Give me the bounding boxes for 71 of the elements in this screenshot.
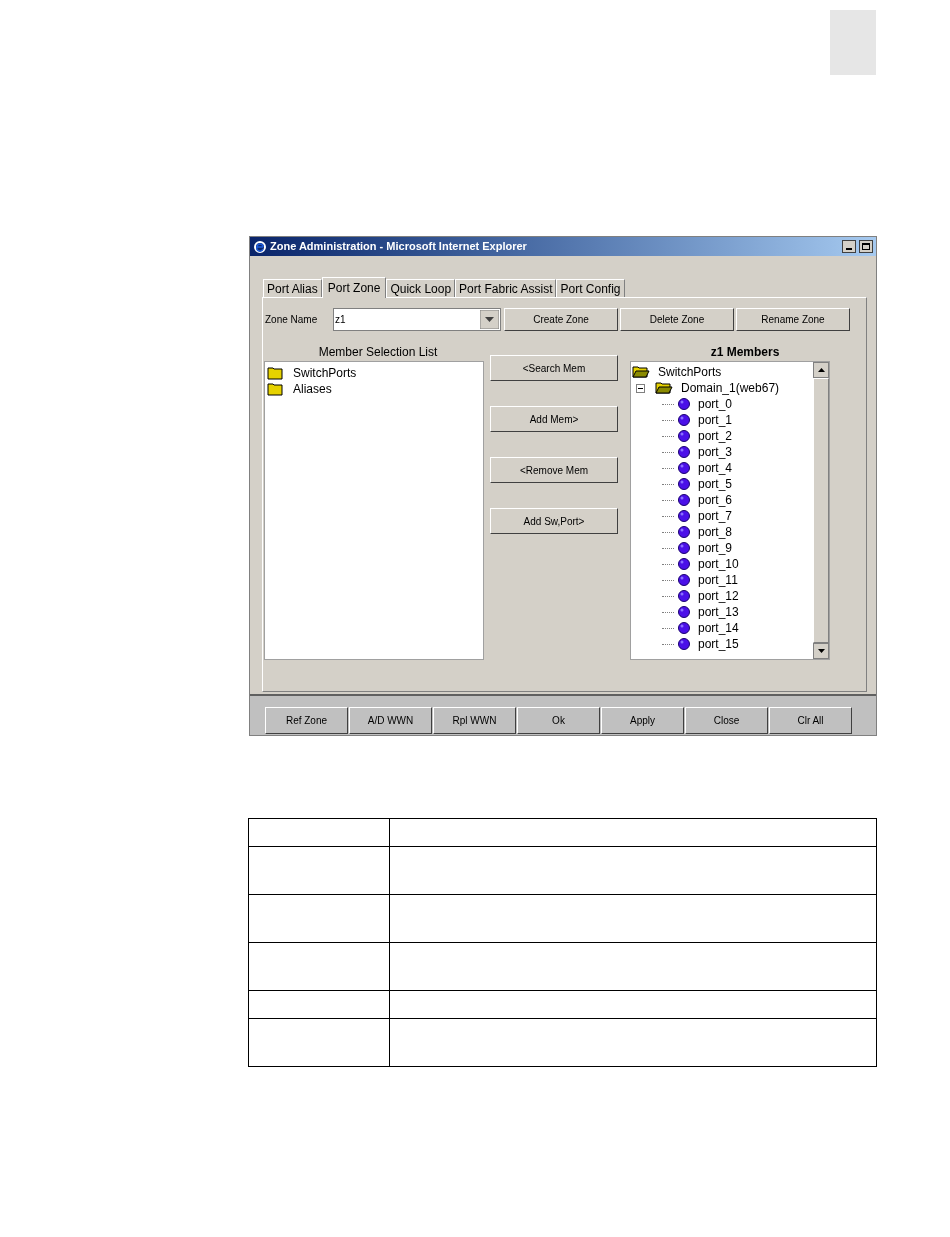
folder-icon xyxy=(267,366,285,380)
bottom-button[interactable]: A/D WWN xyxy=(349,707,432,734)
tree-item[interactable]: port_9 xyxy=(698,539,733,557)
port-dot-icon xyxy=(678,574,690,586)
member-button[interactable]: <Remove Mem xyxy=(490,457,618,483)
tab[interactable]: Port Zone xyxy=(321,277,387,298)
tree-item[interactable]: port_1 xyxy=(698,411,733,429)
page-tab-marker xyxy=(830,10,876,75)
list-heading: Member Selection List xyxy=(318,344,438,361)
tree-item[interactable]: port_6 xyxy=(698,491,733,509)
tree-item[interactable]: port_7 xyxy=(698,507,733,525)
zone-button[interactable]: Delete Zone xyxy=(620,308,734,331)
port-dot-icon xyxy=(678,542,690,554)
list-item[interactable]: SwitchPorts xyxy=(293,364,357,382)
tree-item[interactable]: port_14 xyxy=(698,619,739,637)
tab[interactable]: Port Alias xyxy=(263,279,322,297)
port-dot-icon xyxy=(678,462,690,474)
list-item[interactable]: Aliases xyxy=(293,380,332,398)
tab[interactable]: Quick Loop xyxy=(386,279,456,297)
port-dot-icon xyxy=(678,398,690,410)
bottom-button[interactable]: Close xyxy=(685,707,768,734)
port-dot-icon xyxy=(678,494,690,506)
port-dot-icon xyxy=(678,622,690,634)
zone-name-label: Zone Name xyxy=(265,313,319,327)
bottom-button[interactable]: Ok xyxy=(517,707,600,734)
tree-item[interactable]: port_11 xyxy=(698,571,738,589)
port-dot-icon xyxy=(678,526,690,538)
members-heading: z1 Members xyxy=(710,344,780,361)
browser-icon xyxy=(253,239,267,254)
tree-item[interactable]: port_0 xyxy=(698,395,733,413)
zone-name-dropdown[interactable]: z1 xyxy=(333,308,501,331)
scroll-up-button[interactable] xyxy=(813,362,829,378)
bottom-button[interactable]: Rpl WWN xyxy=(433,707,516,734)
port-dot-icon xyxy=(678,558,690,570)
minimize-button[interactable] xyxy=(842,240,856,253)
tree-item[interactable]: port_2 xyxy=(698,427,733,445)
tree-item[interactable]: Domain_1(web67) xyxy=(681,379,780,397)
member-selection-list[interactable]: SwitchPorts Aliases xyxy=(264,361,484,660)
maximize-button[interactable] xyxy=(859,240,873,253)
tree-item[interactable]: port_3 xyxy=(698,443,733,461)
zone-button[interactable]: Rename Zone xyxy=(736,308,850,331)
port-dot-icon xyxy=(678,414,690,426)
bottom-button[interactable]: Clr All xyxy=(769,707,852,734)
port-dot-icon xyxy=(678,590,690,602)
tab[interactable]: Port Config xyxy=(556,279,625,297)
tab[interactable]: Port Fabric Assist xyxy=(455,279,557,297)
scroll-down-button[interactable] xyxy=(813,643,829,659)
dropdown-arrow-icon xyxy=(480,310,499,329)
port-dot-icon xyxy=(678,430,690,442)
folder-icon xyxy=(267,382,285,396)
tree-item[interactable]: port_13 xyxy=(698,603,739,621)
port-dot-icon xyxy=(678,446,690,458)
tree-item[interactable]: port_8 xyxy=(698,523,733,541)
member-button[interactable]: Add Sw,Port> xyxy=(490,508,618,534)
tree-item[interactable]: port_10 xyxy=(698,555,739,573)
tree-item[interactable]: port_4 xyxy=(698,459,733,477)
port-dot-icon xyxy=(678,638,690,650)
window-title: Zone Administration - Microsoft Internet Explorer xyxy=(270,239,528,255)
bottom-button[interactable]: Ref Zone xyxy=(265,707,348,734)
tree-item[interactable]: port_5 xyxy=(698,475,733,493)
bottom-button[interactable]: Apply xyxy=(601,707,684,734)
member-button[interactable]: Add Mem> xyxy=(490,406,618,432)
member-button[interactable]: <Search Mem xyxy=(490,355,618,381)
tree-item[interactable]: port_15 xyxy=(698,635,739,653)
port-dot-icon xyxy=(678,510,690,522)
port-dot-icon xyxy=(678,606,690,618)
tree-item[interactable]: port_12 xyxy=(698,587,739,605)
tree-item[interactable]: SwitchPorts xyxy=(658,363,722,381)
port-dot-icon xyxy=(678,478,690,490)
collapse-icon[interactable] xyxy=(636,383,645,393)
zone-button[interactable]: Create Zone xyxy=(504,308,618,331)
